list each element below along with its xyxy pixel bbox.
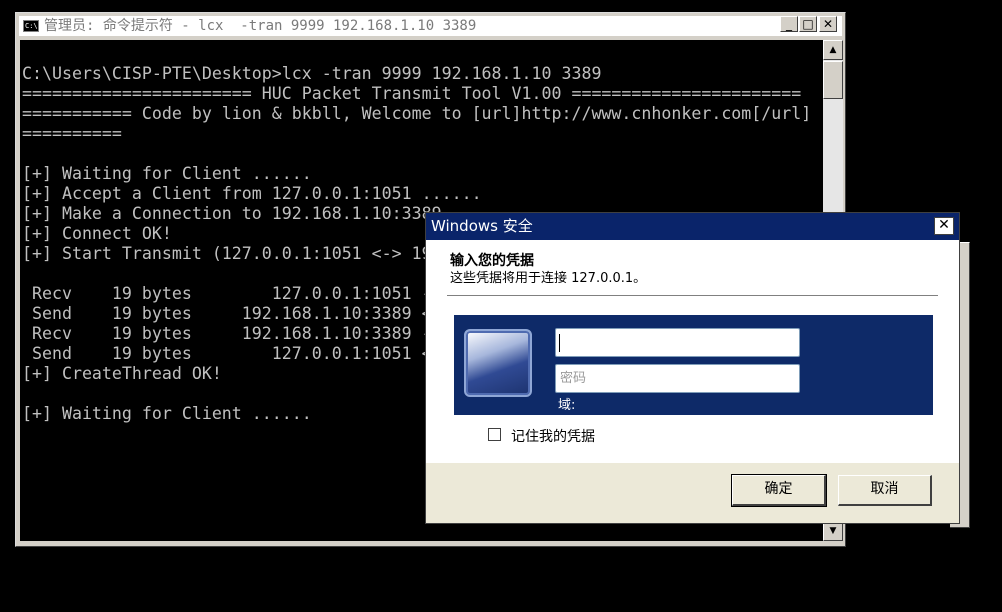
cmd-icon: C:\ <box>23 20 39 32</box>
console-line: C:\Users\CISP-PTE\Desktop>lcx -tran 9999… <box>22 64 602 83</box>
console-title-bar[interactable]: C:\ 管理员: 命令提示符 - lcx -tran 9999 192.168.… <box>19 16 842 36</box>
dialog-title: Windows 安全 <box>431 217 533 235</box>
password-input[interactable] <box>556 365 799 392</box>
console-line: [+] CreateThread OK! <box>22 364 222 383</box>
dialog-close-button[interactable]: ✕ <box>934 217 954 235</box>
dialog-title-bar[interactable]: Windows 安全 ✕ <box>426 213 959 240</box>
user-tile-icon <box>464 329 532 397</box>
cancel-button[interactable]: 取消 <box>838 475 932 506</box>
username-input[interactable] <box>556 329 799 356</box>
dialog-content: 输入您的凭据 这些凭据将用于连接 127.0.0.1。 域: 记住我的凭据 <box>426 240 959 463</box>
scroll-up-button[interactable]: ▲ <box>823 40 843 60</box>
console-line: [+] Connect OK! <box>22 224 172 243</box>
windows-security-dialog: Windows 安全 ✕ 输入您的凭据 这些凭据将用于连接 127.0.0.1。… <box>425 212 960 524</box>
console-line: [+] Waiting for Client ...... <box>22 164 312 183</box>
dialog-subtitle: 这些凭据将用于连接 127.0.0.1。 <box>450 271 647 286</box>
maximize-button[interactable]: □ <box>799 16 817 32</box>
console-title: 管理员: 命令提示符 - lcx -tran 9999 192.168.1.10… <box>44 18 477 34</box>
ok-button[interactable]: 确定 <box>731 474 827 507</box>
console-line: [+] Waiting for Client ...... <box>22 404 312 423</box>
console-line: ======================= HUC Packet Trans… <box>22 84 802 103</box>
dialog-separator <box>447 295 938 296</box>
console-line: [+] Accept a Client from 127.0.0.1:1051 … <box>22 184 482 203</box>
domain-label: 域: <box>558 398 576 413</box>
scrollbar-thumb[interactable] <box>823 61 843 99</box>
text-caret <box>559 334 560 352</box>
username-field[interactable] <box>555 328 800 357</box>
remember-credentials-checkbox[interactable] <box>488 428 501 441</box>
console-line: =========== Code by lion & bkbll, Welcom… <box>22 104 812 123</box>
password-field[interactable] <box>555 364 800 393</box>
scroll-down-button[interactable]: ▼ <box>823 521 843 541</box>
console-line: ========== <box>22 124 122 143</box>
close-button[interactable]: ✕ <box>819 16 837 32</box>
remember-credentials-label[interactable]: 记住我的凭据 <box>511 426 595 446</box>
minimize-button[interactable]: _ <box>780 16 798 32</box>
credential-panel: 域: <box>454 315 933 415</box>
